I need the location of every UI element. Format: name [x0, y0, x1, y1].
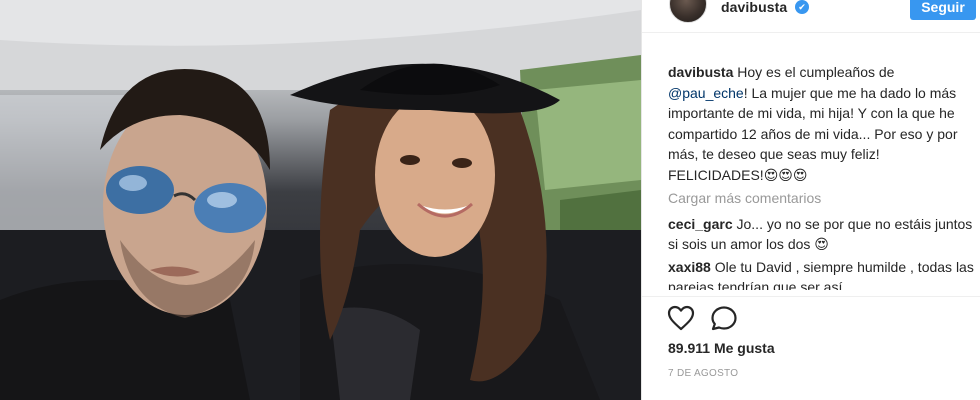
post-date[interactable]: 7 DE AGOSTO [668, 368, 738, 379]
selfie-illustration [0, 0, 641, 400]
divider [642, 32, 980, 33]
verified-badge-icon: ✔ [795, 0, 809, 14]
divider [642, 296, 980, 297]
caption: davibusta Hoy es el cumpleaños de @pau_e… [668, 62, 974, 185]
avatar[interactable] [669, 0, 707, 23]
likes-count[interactable]: 89.911 Me gusta [668, 340, 775, 356]
caption-author[interactable]: davibusta [668, 64, 733, 80]
post-photo[interactable] [0, 0, 641, 400]
post-side-panel: davibusta ✔ Seguir davibusta Hoy es el c… [641, 0, 980, 400]
comment-item: xaxi88 Ole tu David , siempre humilde , … [668, 257, 974, 291]
comment-icon[interactable] [710, 305, 738, 331]
post-header: davibusta ✔ Seguir [642, 0, 980, 23]
caption-text-before: Hoy es el cumpleaños de [733, 64, 895, 80]
comments-list[interactable]: davibusta Hoy es el cumpleaños de @pau_e… [668, 62, 974, 290]
comment-author[interactable]: xaxi88 [668, 259, 711, 275]
comment-text: Ole tu David , siempre humilde , todas l… [668, 258, 974, 291]
mention-link[interactable]: @pau_eche [668, 85, 744, 101]
comment-item: ceci_garc Jo... yo no se por que no está… [668, 214, 974, 255]
follow-button[interactable]: Seguir [910, 0, 976, 20]
username[interactable]: davibusta [721, 0, 787, 15]
comment-author[interactable]: ceci_garc [668, 216, 733, 232]
heart-icon[interactable] [667, 305, 695, 331]
load-more-comments-button[interactable]: Cargar más comentarios [668, 188, 974, 209]
